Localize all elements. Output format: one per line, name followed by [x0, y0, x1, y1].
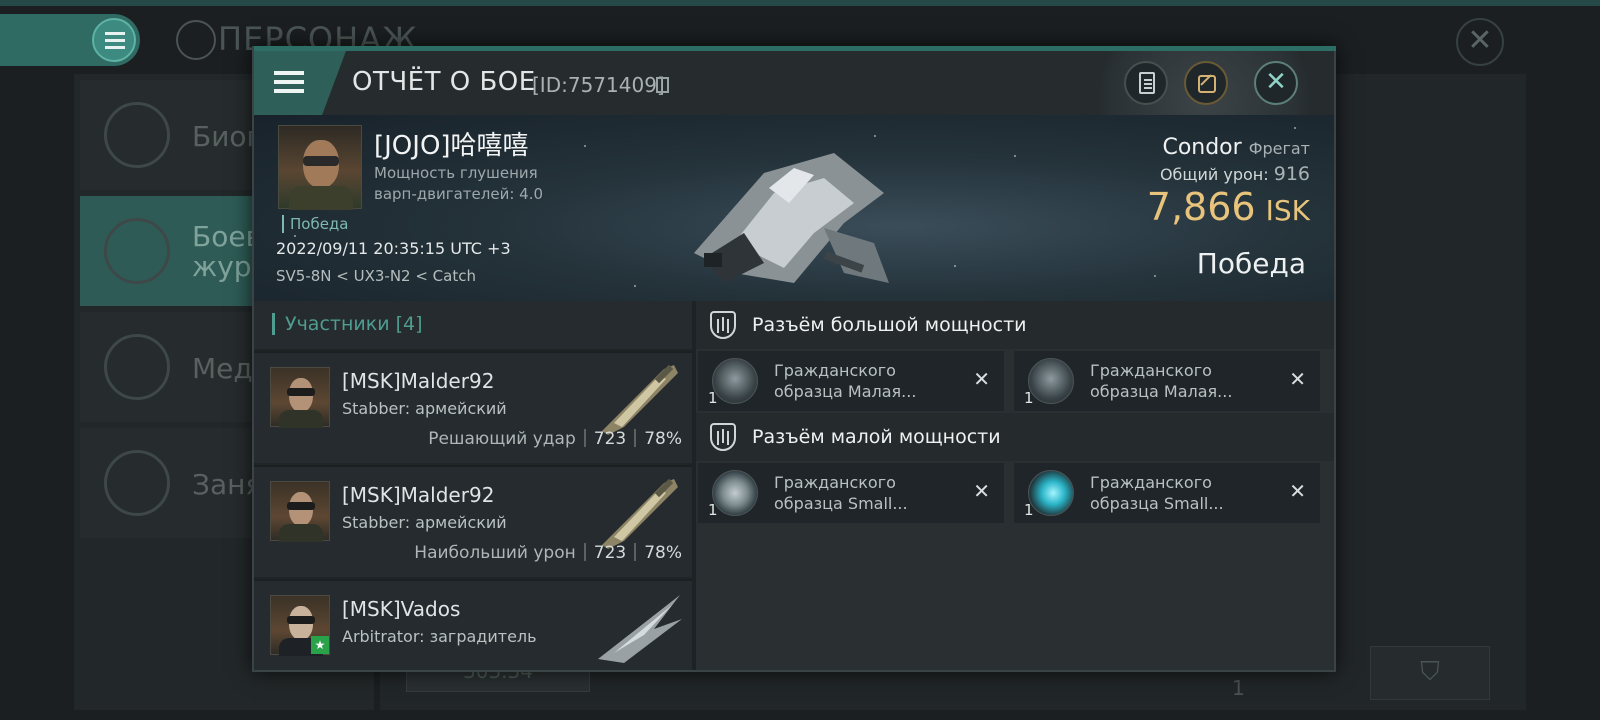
isk-value: 7,866 ISK [1147, 185, 1310, 229]
dialog-menu-button[interactable] [254, 51, 346, 115]
high-slot-header: Разъём большой мощности [696, 301, 1334, 349]
page-close-button[interactable]: ✕ [1456, 18, 1504, 66]
menu-icon [92, 18, 136, 62]
participants-header: Участники [4] [254, 301, 692, 349]
report-id: [ID:7571409] [532, 73, 665, 97]
module-qty: 1 [708, 389, 718, 407]
module-item[interactable]: 1 Гражданского образца Small... ✕ [1014, 463, 1320, 523]
star-badge-icon: ★ [311, 636, 329, 654]
module-item[interactable]: 1 Гражданского образца Малая... ✕ [698, 351, 1004, 411]
module-qty: 1 [1024, 501, 1034, 519]
star-icon [104, 334, 170, 400]
shield-module-icon [712, 470, 758, 516]
slot-label: Разъём большой мощности [752, 314, 1027, 336]
close-icon: ✕ [1265, 67, 1287, 97]
victim-attribute: Мощность глушения варп-двигателей: 4.0 [374, 163, 564, 205]
total-damage-value: 916 [1273, 163, 1310, 185]
dialog-close-button[interactable]: ✕ [1254, 61, 1298, 105]
kill-datetime: 2022/09/11 20:35:15 UTC +3 [276, 239, 511, 258]
attribute-line: варп-двигателей: 4.0 [374, 185, 544, 203]
participant-ship-image [602, 478, 678, 549]
destroyed-icon: ✕ [973, 479, 990, 503]
attribute-line: Мощность глушения [374, 164, 538, 182]
participant-name: [MSK]Malder92 [342, 483, 495, 507]
participant-damage: 723 [593, 543, 627, 563]
share-icon [1198, 75, 1216, 93]
filter-icon: ⛉ [1420, 657, 1440, 687]
participant-ship: Arbitrator: заградитель [342, 627, 537, 646]
low-slot-icon [710, 423, 736, 451]
participant-name: [MSK]Vados [342, 597, 461, 621]
ship-class: Фрегат [1248, 139, 1310, 158]
participant-ship: Stabber: армейский [342, 399, 507, 418]
page-number: 1 [1232, 676, 1245, 700]
avatar [270, 481, 330, 542]
victim-name[interactable]: [JOJO]哈嘻嘻 [374, 125, 529, 162]
kill-summary: [JOJO]哈嘻嘻 Мощность глушения варп-двигате… [254, 115, 1334, 301]
participant-percent: 78% [644, 429, 682, 449]
isk-amount: 7,866 [1146, 185, 1256, 229]
result-label: Победа [1196, 247, 1306, 280]
module-name: Гражданского образца Малая... [774, 361, 917, 401]
ship-image [694, 153, 889, 283]
ship-name: Condor Фрегат [1162, 135, 1310, 160]
share-button[interactable] [1184, 61, 1228, 105]
ship-type-name: Condor [1162, 135, 1242, 160]
character-icon [176, 20, 216, 60]
module-qty: 1 [708, 501, 718, 519]
module-name: Гражданского образца Small... [774, 473, 908, 513]
destroyed-icon: ✕ [973, 367, 990, 391]
total-damage-label: Общий урон: [1159, 165, 1269, 184]
participant-name: [MSK]Malder92 [342, 369, 495, 393]
participants-panel: Участники [4] [MSK]Malder92 Stabber: арм… [254, 301, 692, 670]
isk-unit: ISK [1265, 194, 1310, 227]
total-damage: Общий урон: 916 [1160, 163, 1310, 185]
participant-row[interactable]: [MSK]Malder92 Stabber: армейский Наиболь… [254, 465, 692, 577]
turret-icon [1028, 358, 1074, 404]
participant-role: Решающий удар [428, 429, 576, 449]
participant-ship: Stabber: армейский [342, 513, 507, 532]
destroyed-icon: ✕ [1289, 479, 1306, 503]
participant-percent: 78% [644, 543, 682, 563]
participant-damage: 723 [593, 429, 627, 449]
slot-label: Разъём малой мощности [752, 426, 1001, 448]
star-wreath-icon [104, 450, 170, 516]
turret-icon [712, 358, 758, 404]
module-item[interactable]: 1 Гражданского образца Малая... ✕ [1014, 351, 1320, 411]
participant-role: Наибольший урон [414, 543, 576, 563]
main-menu-button[interactable] [0, 14, 140, 66]
dialog-title: ОТЧЁТ О БОЕ [352, 67, 536, 97]
fitting-panel: Разъём большой мощности 1 Гражданского о… [696, 301, 1334, 670]
low-slot-header: Разъём малой мощности [696, 413, 1334, 461]
participants-count: Участники [4] [272, 313, 423, 335]
module-name: Гражданского образца Малая... [1090, 361, 1233, 401]
high-slot-icon [710, 311, 736, 339]
report-button[interactable] [1124, 61, 1168, 105]
clipboard-icon [1139, 72, 1155, 94]
dialog-header: ОТЧЁТ О БОЕ [ID:7571409] ✕ [254, 51, 1334, 115]
biography-icon [104, 102, 170, 168]
avatar [270, 367, 330, 428]
filter-button[interactable]: ⛉ [1370, 646, 1490, 700]
destroyed-icon: ✕ [1289, 367, 1306, 391]
participant-row[interactable]: ★ [MSK]Vados Arbitrator: заградитель [254, 579, 692, 670]
participant-ship-image [602, 364, 678, 435]
kill-route: SV5-8N < UX3-N2 < Catch [276, 267, 476, 285]
copy-icon[interactable] [656, 77, 669, 93]
module-qty: 1 [1024, 389, 1034, 407]
afterburner-icon [1028, 470, 1074, 516]
participant-stats: Решающий удар 723 78% [428, 429, 682, 449]
participant-ship-image [598, 595, 682, 663]
module-name: Гражданского образца Small... [1090, 473, 1224, 513]
participant-row[interactable]: [MSK]Malder92 Stabber: армейский Решающи… [254, 351, 692, 463]
victory-tag: Победа [282, 215, 349, 233]
avatar: ★ [270, 595, 330, 656]
top-accent-line [0, 0, 1600, 6]
victim-portrait[interactable] [278, 125, 362, 210]
battle-report-dialog: ОТЧЁТ О БОЕ [ID:7571409] ✕ [JOJO]哈嘻嘻 Мощ… [252, 46, 1336, 672]
participant-stats: Наибольший урон 723 78% [414, 543, 682, 563]
crossed-swords-icon [104, 218, 170, 284]
module-item[interactable]: 1 Гражданского образца Small... ✕ [698, 463, 1004, 523]
